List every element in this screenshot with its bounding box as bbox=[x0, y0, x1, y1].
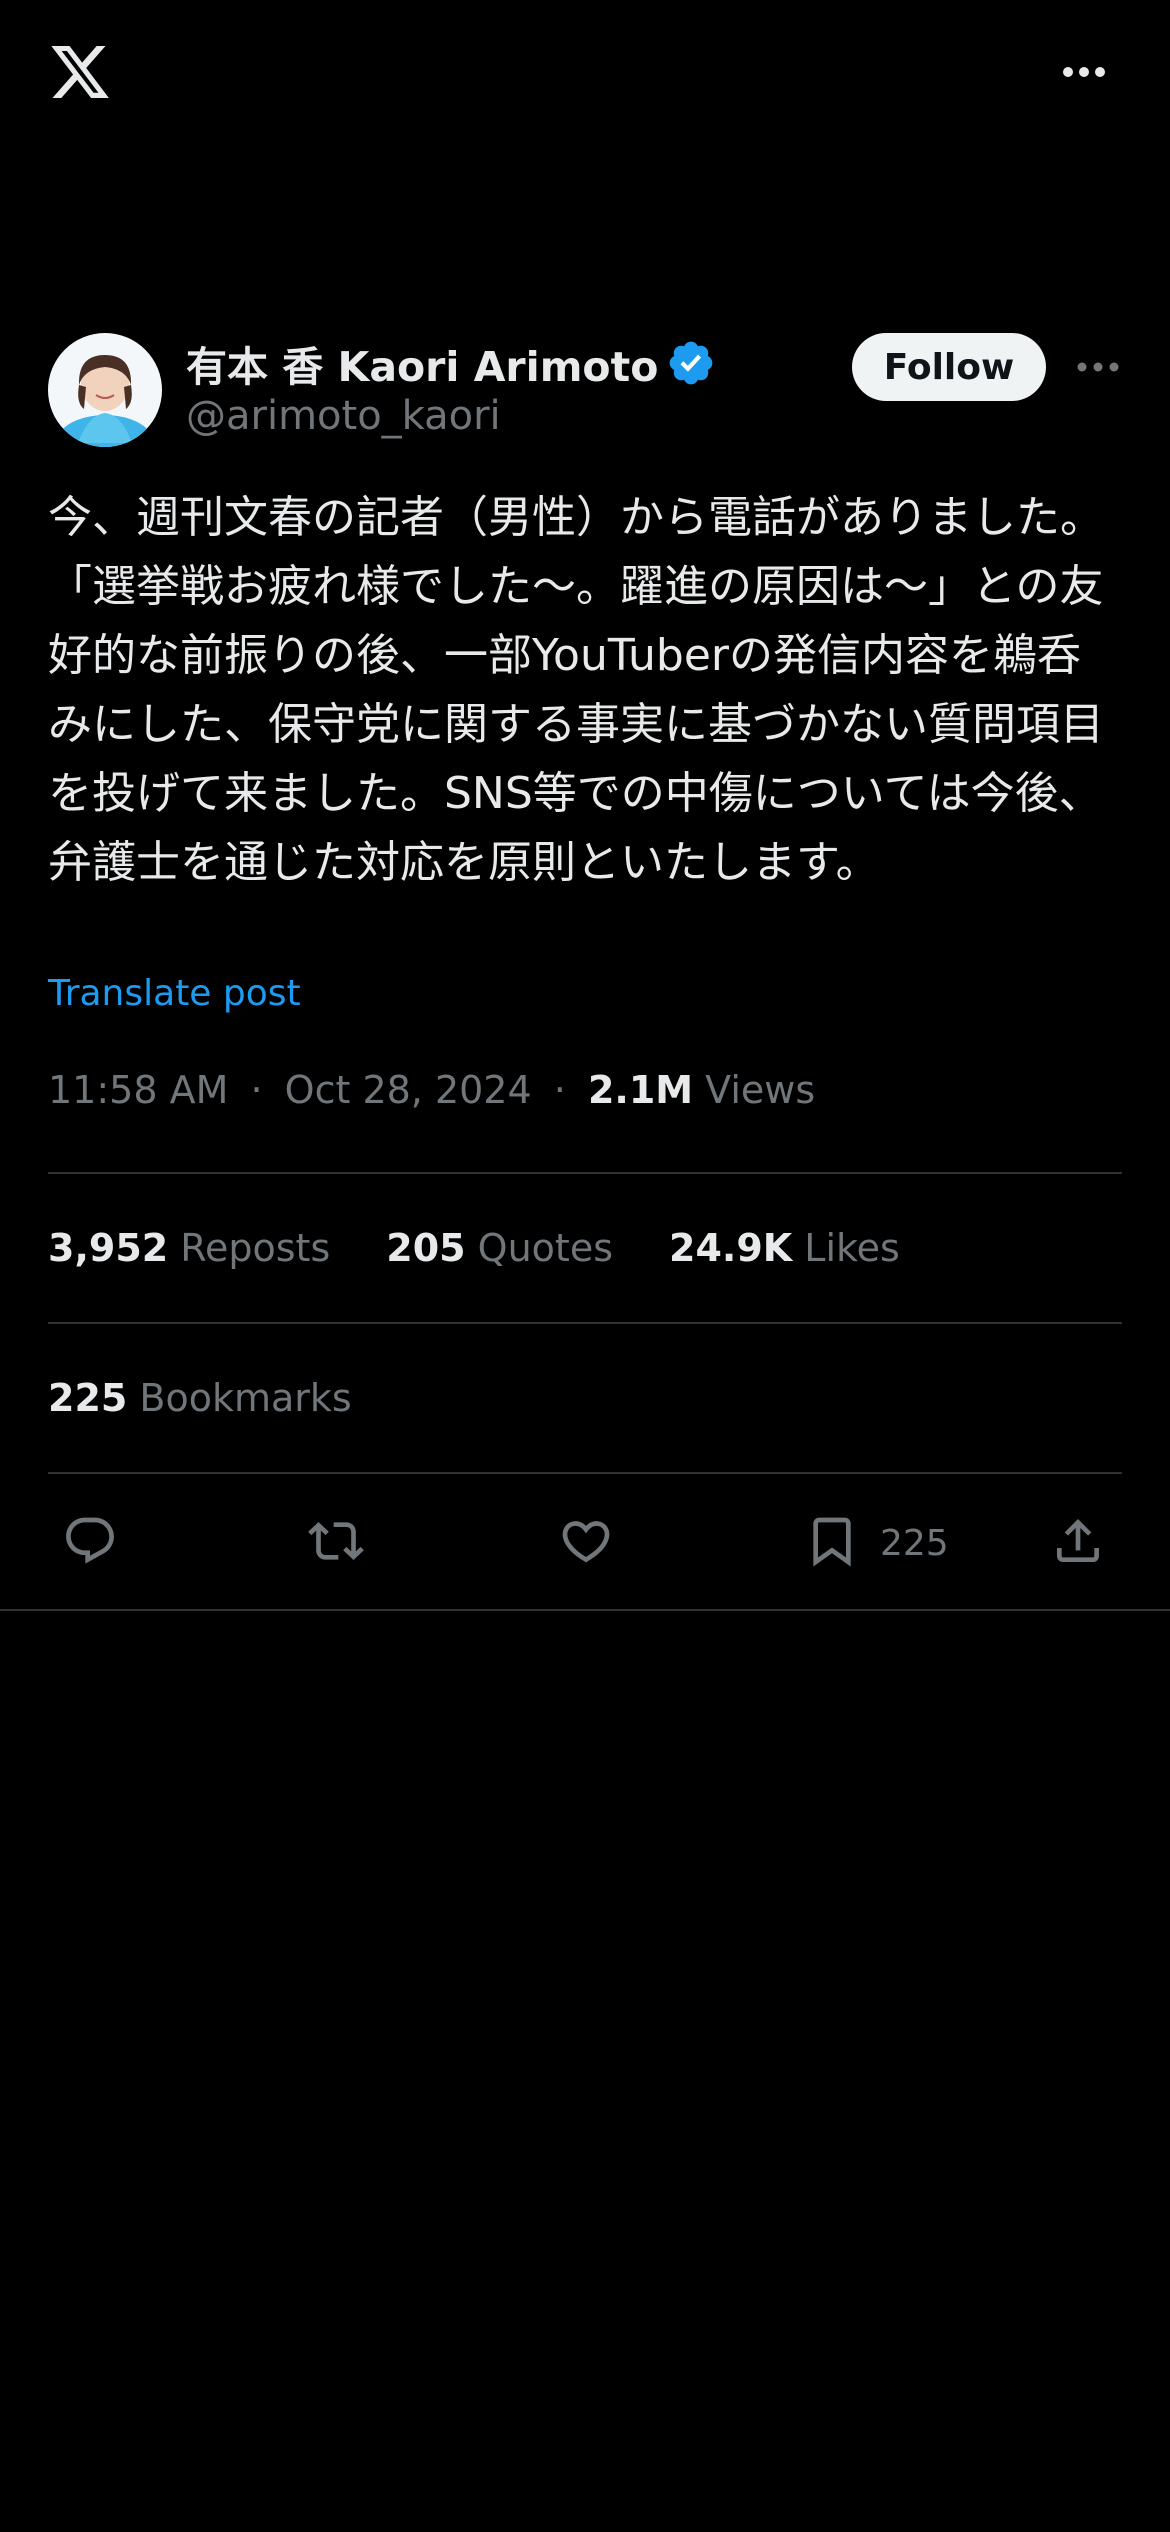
bookmark-button[interactable]: 225 bbox=[804, 1505, 949, 1581]
verified-badge-icon[interactable] bbox=[666, 338, 716, 388]
reposts-label: Reposts bbox=[180, 1226, 331, 1270]
translate-post-link[interactable]: Translate post bbox=[48, 973, 301, 1014]
x-logo-icon[interactable] bbox=[46, 40, 114, 104]
meta-separator: · bbox=[553, 1068, 566, 1112]
views-label: Views bbox=[705, 1068, 816, 1112]
divider bbox=[48, 1322, 1122, 1324]
top-bar bbox=[0, 0, 1170, 150]
likes-count: 24.9K bbox=[669, 1226, 793, 1270]
reposts-stat[interactable]: 3,952 Reposts bbox=[48, 1226, 330, 1270]
likes-stat[interactable]: 24.9K Likes bbox=[669, 1226, 900, 1270]
bookmarks-stat-row: 225 Bookmarks bbox=[48, 1368, 408, 1428]
share-button[interactable] bbox=[1050, 1505, 1106, 1581]
post-date[interactable]: Oct 28, 2024 bbox=[285, 1068, 532, 1112]
repost-button[interactable] bbox=[308, 1505, 364, 1581]
action-bar: 225 bbox=[0, 1505, 1170, 1581]
divider bbox=[0, 1609, 1170, 1611]
more-horizontal-icon[interactable] bbox=[1060, 56, 1108, 88]
post-header: 有本 香 Kaori Arimoto @arimoto_kaori Follow bbox=[48, 333, 1122, 449]
reply-icon bbox=[62, 1513, 118, 1573]
bookmarks-label: Bookmarks bbox=[139, 1376, 352, 1420]
post-more-icon[interactable] bbox=[1074, 351, 1122, 383]
post: 有本 香 Kaori Arimoto @arimoto_kaori Follow… bbox=[48, 333, 1122, 1112]
author-name-row[interactable]: 有本 香 Kaori Arimoto bbox=[186, 335, 716, 391]
divider bbox=[48, 1472, 1122, 1474]
bookmarks-stat[interactable]: 225 Bookmarks bbox=[48, 1376, 352, 1420]
share-icon bbox=[1050, 1513, 1106, 1573]
meta-separator: · bbox=[250, 1068, 263, 1112]
author-display-name[interactable]: 有本 香 Kaori Arimoto bbox=[186, 333, 658, 393]
post-time[interactable]: 11:58 AM bbox=[48, 1068, 228, 1112]
reply-button[interactable] bbox=[62, 1505, 118, 1581]
engagement-stats: 3,952 Reposts 205 Quotes 24.9K Likes bbox=[48, 1218, 956, 1278]
author-handle[interactable]: @arimoto_kaori bbox=[186, 393, 501, 439]
likes-label: Likes bbox=[804, 1226, 900, 1270]
post-text: 今、週刊文春の記者（男性）から電話がありました。「選挙戦お疲れ様でした〜。躍進の… bbox=[48, 492, 1104, 888]
views-count: 2.1M bbox=[587, 1068, 694, 1112]
quotes-count: 205 bbox=[386, 1226, 466, 1270]
follow-button[interactable]: Follow bbox=[852, 333, 1046, 401]
bookmarks-count: 225 bbox=[48, 1376, 128, 1420]
heart-icon bbox=[558, 1513, 614, 1573]
post-meta: 11:58 AM · Oct 28, 2024 · 2.1M Views bbox=[48, 1068, 815, 1112]
repost-icon bbox=[308, 1513, 364, 1573]
reposts-count: 3,952 bbox=[48, 1226, 169, 1270]
bookmark-icon bbox=[804, 1513, 860, 1573]
bookmark-action-count: 225 bbox=[880, 1522, 949, 1564]
quotes-label: Quotes bbox=[477, 1226, 613, 1270]
avatar[interactable] bbox=[48, 333, 162, 447]
divider bbox=[48, 1172, 1122, 1174]
quotes-stat[interactable]: 205 Quotes bbox=[386, 1226, 613, 1270]
like-button[interactable] bbox=[558, 1505, 614, 1581]
